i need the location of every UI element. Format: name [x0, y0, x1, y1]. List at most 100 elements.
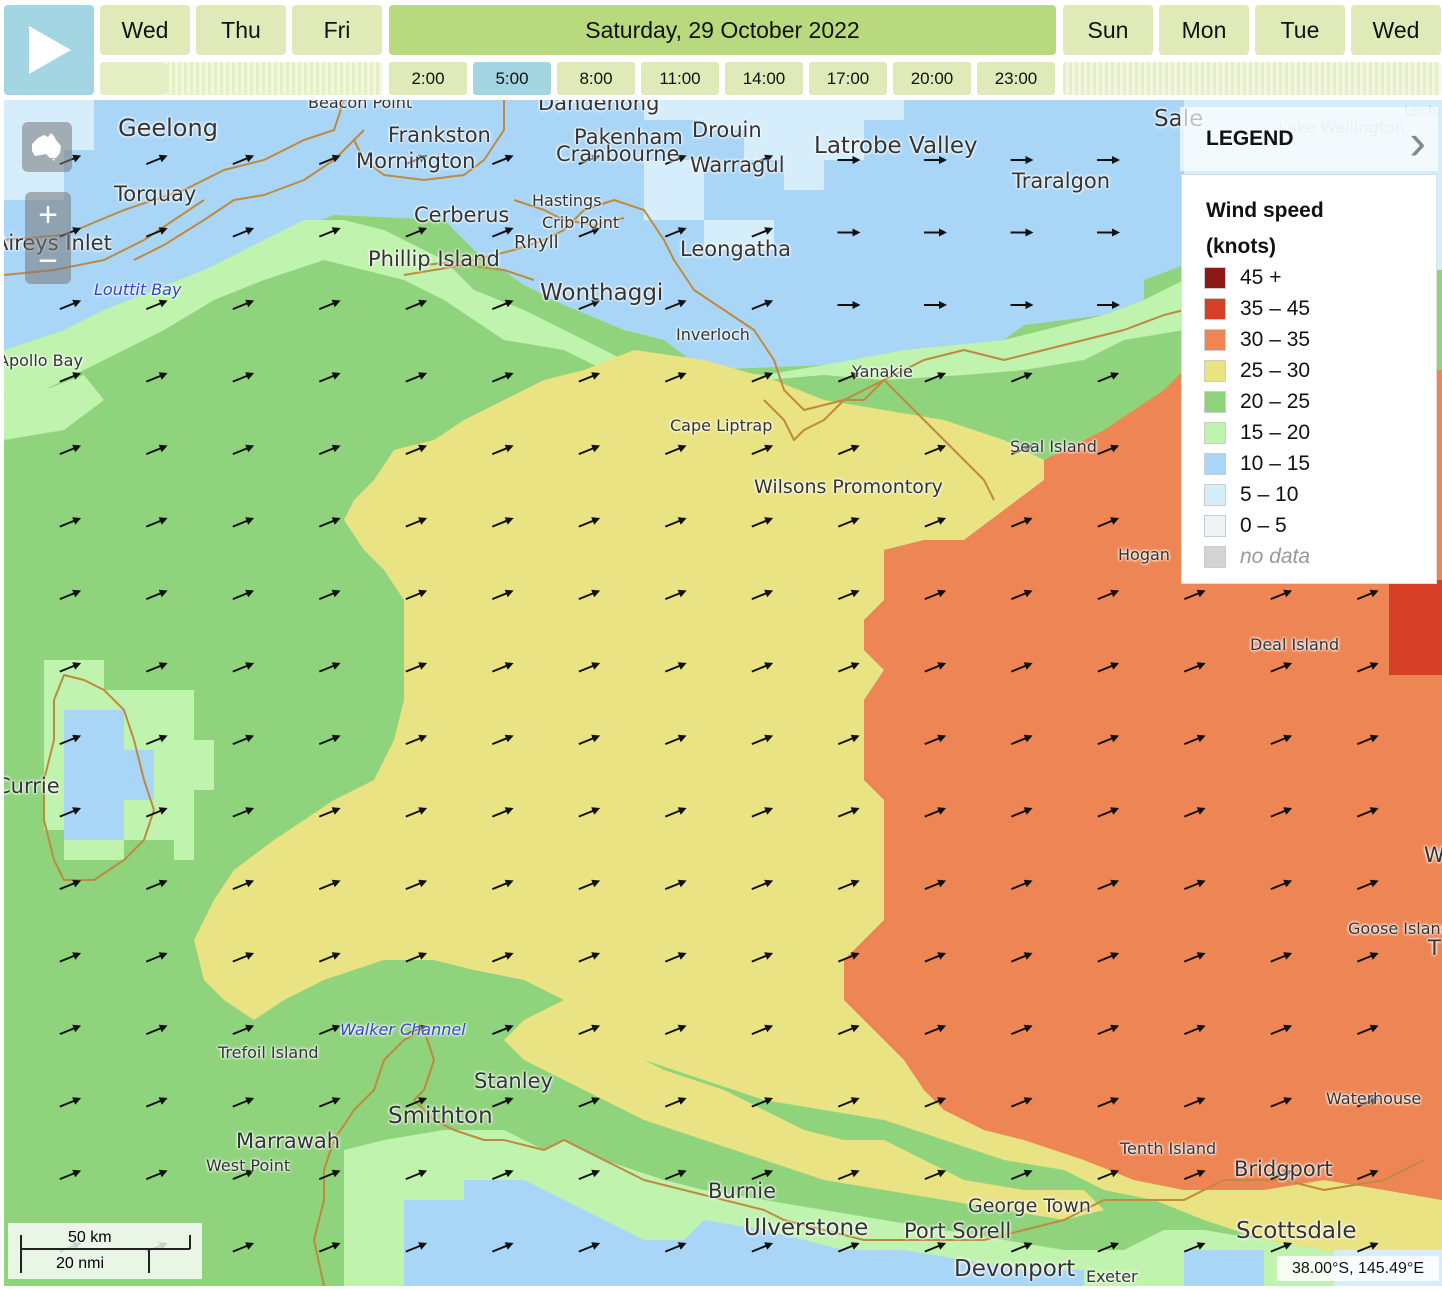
place-label: Tenth Island [1120, 1139, 1217, 1158]
place-label: Torquay [114, 182, 197, 206]
place-label: Burnie [708, 1179, 777, 1203]
place-label: Mornington [356, 149, 476, 173]
place-label: Traralgon [1012, 169, 1111, 193]
scale-nmi-label: 20 nmi [56, 1255, 105, 1272]
legend-swatch [1204, 329, 1226, 351]
legend-item: 5 – 10 [1204, 482, 1298, 508]
hour-tab-active[interactable]: 5:00 [473, 62, 551, 95]
place-label: Waterhouse [1326, 1089, 1422, 1108]
legend-label: 45 + [1240, 266, 1282, 289]
timeline-strip-past[interactable] [100, 62, 166, 95]
day-tab-wed-next[interactable]: Wed [1351, 5, 1441, 55]
hour-tab[interactable]: 8:00 [557, 62, 635, 95]
day-tab-mon[interactable]: Mon [1159, 5, 1249, 55]
place-label: Cape Liptrap [670, 416, 773, 435]
place-label: Wilsons Promontory [754, 476, 943, 498]
zoom-control: + − [25, 192, 71, 284]
place-label: Stanley [474, 1069, 553, 1093]
hour-tab[interactable]: 17:00 [809, 62, 887, 95]
day-tab-thu[interactable]: Thu [196, 5, 286, 55]
legend-header: LEGEND [1206, 127, 1294, 150]
legend-label: no data [1240, 545, 1311, 568]
legend-swatch [1204, 453, 1226, 475]
legend-label: 5 – 10 [1240, 483, 1299, 506]
place-label: Apollo Bay [4, 351, 83, 370]
place-label: Bridgport [1234, 1157, 1333, 1181]
scale-bar: 50 km 20 nmi [8, 1223, 202, 1279]
legend-swatch [1204, 515, 1226, 537]
place-label: Port Sorell [904, 1219, 1012, 1243]
zoom-in-button[interactable]: + [38, 192, 58, 238]
place-label: Dandenong [538, 100, 660, 115]
place-label: Cerberus [414, 203, 510, 227]
hour-tab[interactable]: 14:00 [725, 62, 803, 95]
place-label: Wonthaggi [540, 280, 664, 306]
place-label: Frankston [388, 123, 491, 147]
water-label: Louttit Bay [94, 280, 182, 299]
place-label: Ulverstone [744, 1215, 869, 1241]
hour-tab[interactable]: 23:00 [977, 62, 1055, 95]
legend-item: 0 – 5 [1204, 513, 1287, 539]
legend-swatch [1204, 267, 1226, 289]
place-label: Crib Point [542, 213, 620, 232]
chevron-right-icon: › [1409, 114, 1426, 170]
hour-tab[interactable]: 20:00 [893, 62, 971, 95]
place-label: Smithton [388, 1103, 493, 1129]
legend-panel: Wind speed (knots) 45 + 35 – 45 30 – 35 25 … [1181, 174, 1437, 584]
place-label: Warragul [690, 153, 785, 177]
legend-item: 10 – 15 [1204, 451, 1310, 477]
place-label: Drouin [692, 118, 762, 142]
timeline-strip-past-hatched[interactable] [166, 62, 382, 95]
legend-swatch [1204, 360, 1226, 382]
place-label: West Point [206, 1156, 291, 1175]
place-label: Trefoil Island [218, 1043, 319, 1062]
legend-swatch [1204, 298, 1226, 320]
play-button[interactable] [4, 5, 94, 95]
day-tab-wed-prev[interactable]: Wed [100, 5, 190, 55]
legend-item: no data [1204, 544, 1310, 570]
legend-item: 25 – 30 [1204, 358, 1310, 384]
home-view-button[interactable] [22, 122, 72, 172]
legend-item: 30 – 35 [1204, 327, 1310, 353]
legend-swatch [1204, 391, 1226, 413]
place-label: W [1424, 843, 1442, 867]
scale-km-label: 50 km [68, 1229, 112, 1246]
place-label: Rhyll [514, 232, 559, 253]
timeline-strip-future-hatched[interactable] [1063, 62, 1441, 95]
day-tab-fri[interactable]: Fri [292, 5, 382, 55]
legend-item: 35 – 45 [1204, 296, 1310, 322]
place-label: Devonport [954, 1256, 1076, 1282]
coordinate-readout: 38.00°S, 145.49°E [1277, 1256, 1439, 1281]
place-label: Yanakie [852, 362, 913, 381]
hour-tab[interactable]: 11:00 [641, 62, 719, 95]
zoom-out-button[interactable]: − [38, 238, 58, 284]
place-label: Hastings [532, 191, 602, 210]
place-label: Latrobe Valley [814, 133, 978, 159]
legend-label: 20 – 25 [1240, 390, 1311, 413]
place-label: Hogan [1118, 545, 1170, 564]
day-tab-saturday-active[interactable]: Saturday, 29 October 2022 [389, 5, 1056, 55]
place-label: Scottsdale [1236, 1218, 1357, 1244]
legend-label: 35 – 45 [1240, 297, 1311, 320]
water-label: Walker Channel [340, 1020, 466, 1039]
day-tab-tue[interactable]: Tue [1255, 5, 1345, 55]
legend-toggle[interactable]: LEGEND › [1180, 107, 1438, 171]
place-label: Cranbourne [556, 142, 680, 166]
legend-swatch [1204, 484, 1226, 506]
legend-label: 10 – 15 [1240, 452, 1311, 475]
place-label: Leongatha [680, 237, 792, 261]
hour-tab[interactable]: 2:00 [389, 62, 467, 95]
place-label: T [1428, 936, 1441, 960]
place-label: Inverloch [676, 325, 750, 344]
legend-item: 15 – 20 [1204, 420, 1310, 446]
place-label: Exeter [1086, 1267, 1138, 1286]
australia-icon [32, 133, 61, 161]
place-label: George Town [968, 1195, 1091, 1217]
place-label: Currie [4, 774, 60, 798]
place-label: Marrawah [236, 1129, 341, 1153]
legend-title: Wind speed (knots) [1206, 199, 1324, 258]
legend-item: 20 – 25 [1204, 389, 1310, 415]
day-tab-sun[interactable]: Sun [1063, 5, 1153, 55]
place-label: Beacon Point [308, 100, 413, 112]
legend-label: 30 – 35 [1240, 328, 1311, 351]
